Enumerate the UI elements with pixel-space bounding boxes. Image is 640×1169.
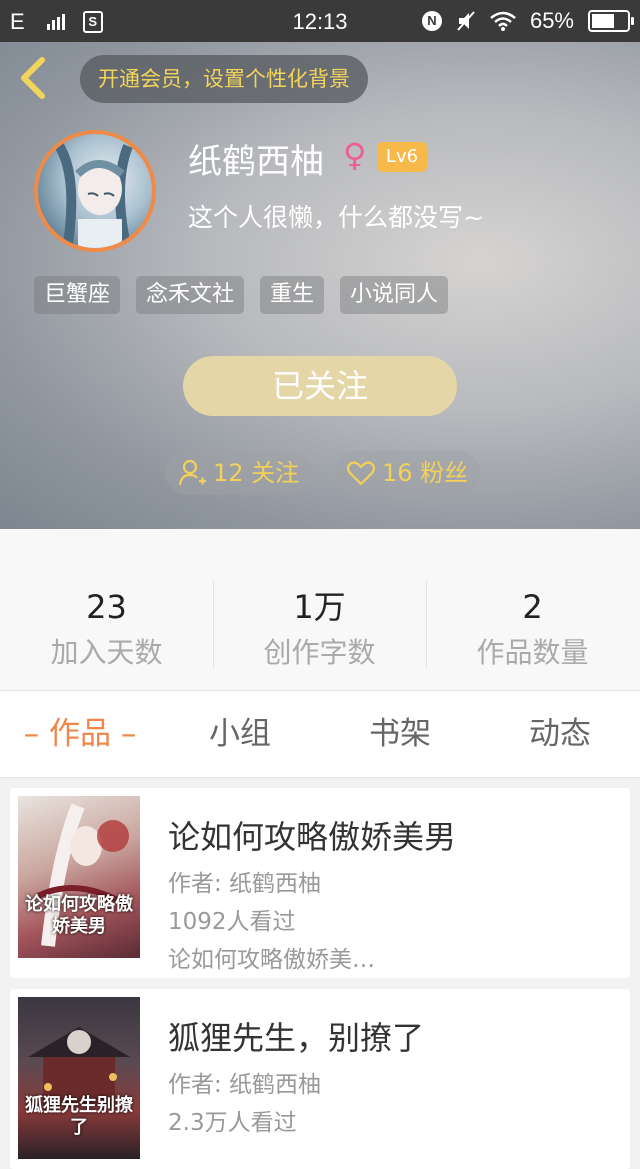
tab-bar: – 作品 – 小组 书架 动态 — [0, 690, 640, 778]
female-icon: ♀ — [343, 136, 367, 174]
battery-percent: 65% — [529, 8, 574, 33]
stat-join-days: 23 加入天数 — [0, 587, 213, 671]
cover-title: 论如何攻略傲娇美男 — [25, 894, 133, 937]
level-badge: Lv6 — [377, 142, 427, 172]
avatar-illustration — [53, 141, 133, 248]
tag-list: 巨蟹座 念禾文社 重生 小说同人 — [34, 276, 449, 314]
avatar[interactable] — [34, 130, 156, 252]
tab-bookshelf[interactable]: 书架 — [320, 691, 480, 777]
tab-groups[interactable]: 小组 — [160, 691, 320, 777]
bio-text: 这个人很懒，什么都没写~ — [188, 203, 484, 232]
username: 纸鹤西柚 — [188, 142, 324, 182]
work-card[interactable]: 论如何攻略傲娇美男 论如何攻略傲娇美男 作者: 纸鹤西柚 1092人看过 论如何… — [10, 788, 630, 978]
work-views: 2.3万人看过 — [168, 1110, 297, 1136]
stat-value: 23 — [86, 588, 127, 626]
work-title[interactable]: 论如何攻略傲娇美男 — [168, 812, 456, 858]
book-cover[interactable]: 狐狸先生别撩了 — [18, 997, 140, 1159]
work-title[interactable]: 狐狸先生，别撩了 — [168, 1013, 424, 1059]
cover-title: 狐狸先生别撩了 — [25, 1095, 133, 1138]
battery-icon — [588, 10, 634, 32]
fans-count: 16 粉丝 — [382, 459, 469, 487]
tag[interactable]: 念禾文社 — [136, 276, 245, 314]
tag[interactable]: 小说同人 — [340, 276, 449, 314]
mute-icon — [457, 11, 475, 31]
stat-label: 创作字数 — [263, 636, 376, 669]
work-views: 1092人看过 — [168, 909, 296, 935]
heart-icon — [346, 461, 376, 486]
nfc-icon: N — [421, 11, 442, 31]
work-author: 作者: 纸鹤西柚 — [168, 871, 322, 897]
back-arrow-icon — [21, 57, 45, 99]
back-button[interactable] — [14, 56, 54, 100]
stat-value: 1万 — [293, 588, 346, 626]
following-count-button[interactable]: 12 关注 — [165, 451, 312, 495]
stat-value: 2 — [522, 588, 543, 626]
follow-button[interactable]: 已关注 — [183, 356, 457, 416]
following-count: 12 关注 — [213, 459, 300, 487]
stat-work-count: 2 作品数量 — [426, 587, 639, 671]
vip-background-prompt[interactable]: 开通会员，设置个性化背景 — [80, 55, 368, 103]
tag[interactable]: 重生 — [260, 276, 325, 314]
work-author: 作者: 纸鹤西柚 — [168, 1072, 322, 1098]
status-bar: E S 12:13 N 65% — [0, 0, 640, 42]
stat-label: 作品数量 — [476, 636, 589, 669]
tab-activity[interactable]: 动态 — [480, 691, 640, 777]
tag[interactable]: 巨蟹座 — [34, 276, 121, 314]
user-add-icon — [178, 459, 206, 486]
wifi-icon — [490, 11, 516, 31]
stats-panel: 23 加入天数 1万 创作字数 2 作品数量 — [0, 529, 640, 690]
tab-works[interactable]: – 作品 – — [0, 691, 160, 777]
fans-count-button[interactable]: 16 粉丝 — [334, 451, 481, 495]
stat-word-count: 1万 创作字数 — [213, 587, 426, 671]
book-cover[interactable]: 论如何攻略傲娇美男 — [18, 796, 140, 958]
work-description: 论如何攻略傲娇美… — [168, 947, 375, 973]
stat-label: 加入天数 — [50, 636, 163, 669]
work-card[interactable]: 狐狸先生别撩了 狐狸先生，别撩了 作者: 纸鹤西柚 2.3万人看过 — [10, 989, 630, 1169]
